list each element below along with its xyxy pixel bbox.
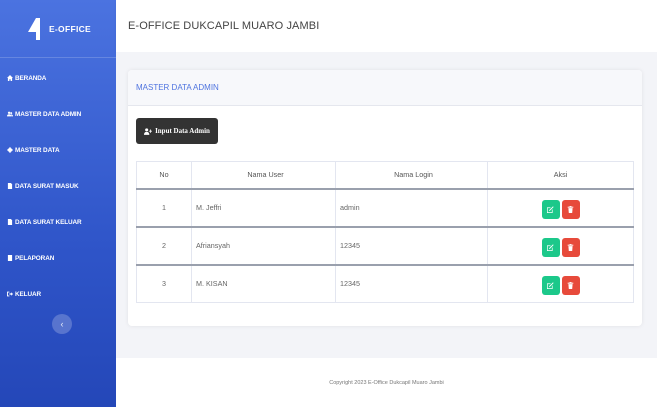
sidebar-item-label: BERANDA <box>15 74 47 82</box>
file-icon <box>6 219 13 226</box>
sidebar-item-label: DATA SURAT MASUK <box>15 182 79 190</box>
master-data-admin-card: MASTER DATA ADMIN Input Data Admin No Na… <box>128 70 642 326</box>
sidebar-item-label: DATA SURAT KELUAR <box>15 218 82 226</box>
cell-nama-login: admin <box>335 188 488 228</box>
edit-button[interactable] <box>541 238 560 257</box>
column-header-no: No <box>136 161 192 190</box>
cell-aksi <box>487 226 634 266</box>
sidebar-item-label: PELAPORAN <box>15 254 55 262</box>
sidebar-item-data-surat-keluar[interactable]: DATA SURAT KELUAR <box>0 204 116 240</box>
card-title: MASTER DATA ADMIN <box>136 83 219 92</box>
edit-icon <box>547 206 554 213</box>
logo-icon <box>27 17 40 40</box>
cell-no: 3 <box>136 264 192 303</box>
table-row: 1 M. Jeffri admin <box>136 188 634 228</box>
table-header-row: No Nama User Nama Login Aksi <box>136 161 634 190</box>
table-row: 2 Afriansyah 12345 <box>136 226 634 266</box>
cell-no: 2 <box>136 226 192 266</box>
sidebar-item-label: MASTER DATA ADMIN <box>15 110 82 118</box>
cell-aksi <box>487 264 634 303</box>
gear-icon <box>6 147 13 154</box>
sidebar-item-keluar[interactable]: KELUAR <box>0 276 116 312</box>
cell-nama-user: M. KISAN <box>191 264 336 303</box>
cell-nama-login: 12345 <box>335 226 488 266</box>
delete-button[interactable] <box>561 200 580 219</box>
edit-button[interactable] <box>541 200 560 219</box>
brand-name: E-OFFICE <box>48 23 92 34</box>
cell-no: 1 <box>136 188 192 228</box>
input-data-admin-button[interactable]: Input Data Admin <box>136 118 218 144</box>
chevron-left-icon: ‹ <box>60 319 64 329</box>
topbar: E-OFFICE DUKCAPIL MUARO JAMBI <box>116 0 657 52</box>
sidebar: E-OFFICE BERANDA MASTER DATA ADMIN MASTE… <box>0 0 116 407</box>
cell-nama-login: 12345 <box>335 264 488 303</box>
admin-table: No Nama User Nama Login Aksi 1 M. Jeffri… <box>136 161 634 303</box>
edit-icon <box>547 244 554 251</box>
footer: Copyright 2023 E-Office Dukcapil Muaro J… <box>116 358 657 407</box>
sidebar-item-pelaporan[interactable]: PELAPORAN <box>0 240 116 276</box>
sidebar-item-label: MASTER DATA <box>15 146 60 154</box>
sidebar-item-data-surat-masuk[interactable]: DATA SURAT MASUK <box>0 168 116 204</box>
main-content: MASTER DATA ADMIN Input Data Admin No Na… <box>116 52 657 358</box>
column-header-aksi: Aksi <box>487 161 634 190</box>
delete-button[interactable] <box>561 276 580 296</box>
book-icon <box>6 255 13 262</box>
add-button-label: Input Data Admin <box>155 127 210 135</box>
cell-aksi <box>487 188 634 228</box>
delete-button[interactable] <box>561 238 580 257</box>
copyright-text: Copyright 2023 E-Office Dukcapil Muaro J… <box>329 379 444 386</box>
edit-button[interactable] <box>541 276 560 296</box>
column-header-nama-user: Nama User <box>191 161 336 190</box>
sidebar-nav: BERANDA MASTER DATA ADMIN MASTER DATA DA… <box>0 58 116 312</box>
home-icon <box>6 75 13 82</box>
sidebar-item-beranda[interactable]: BERANDA <box>0 60 116 96</box>
sidebar-toggle-button[interactable]: ‹ <box>52 314 72 334</box>
table-row: 3 M. KISAN 12345 <box>136 264 634 303</box>
file-icon <box>6 183 13 190</box>
cell-nama-user: Afriansyah <box>191 226 336 266</box>
users-icon <box>6 111 13 118</box>
sidebar-item-master-data[interactable]: MASTER DATA <box>0 132 116 168</box>
brand[interactable]: E-OFFICE <box>0 0 116 58</box>
user-plus-icon <box>144 127 153 135</box>
sign-out-icon <box>6 291 13 298</box>
trash-icon <box>567 244 574 251</box>
page-title: E-OFFICE DUKCAPIL MUARO JAMBI <box>128 20 320 32</box>
card-header: MASTER DATA ADMIN <box>128 70 642 106</box>
sidebar-item-master-data-admin[interactable]: MASTER DATA ADMIN <box>0 96 116 132</box>
column-header-nama-login: Nama Login <box>335 161 488 190</box>
trash-icon <box>567 282 574 290</box>
trash-icon <box>567 206 574 213</box>
sidebar-item-label: KELUAR <box>15 290 42 298</box>
cell-nama-user: M. Jeffri <box>191 188 336 228</box>
edit-icon <box>547 282 554 290</box>
